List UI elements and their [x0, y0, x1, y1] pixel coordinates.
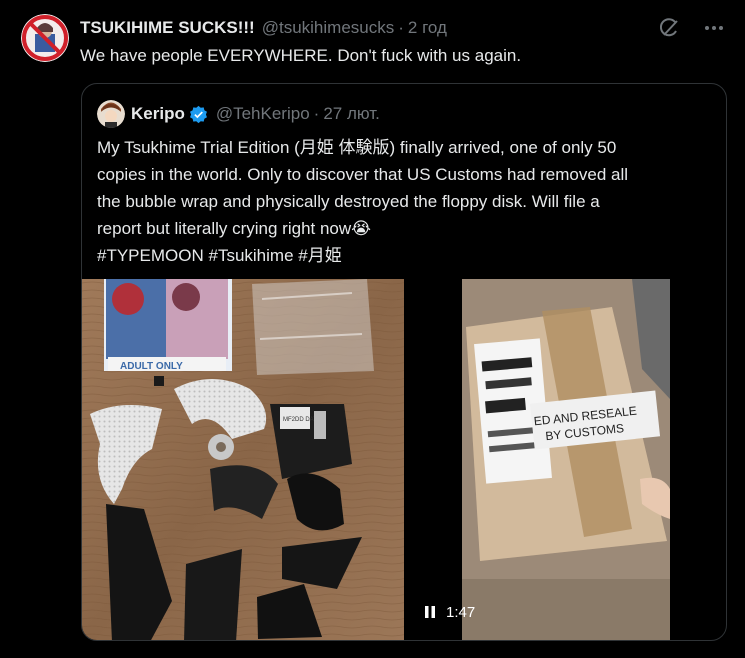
hashtag-link[interactable]: #TYPEMOON — [97, 246, 204, 265]
quote-text-line: My Tsukhime Trial Edition (月姫 体験版) final… — [97, 138, 617, 157]
quote-handle[interactable]: @TehKeripo — [216, 104, 310, 124]
handle[interactable]: @tsukihimesucks — [262, 18, 395, 38]
header-actions — [659, 15, 725, 41]
avatar[interactable] — [21, 14, 69, 62]
hashtag-link[interactable]: #月姫 — [298, 246, 341, 265]
quoted-post[interactable]: Keripo @TehKeripo · 27 лют. My Tsukhime … — [81, 83, 727, 641]
hashtag-link[interactable]: #Tsukihime — [208, 246, 293, 265]
quote-timestamp[interactable]: 27 лют. — [323, 104, 380, 124]
quote-avatar[interactable] — [97, 100, 125, 128]
quote-text-line: the bubble wrap and physically destroyed… — [97, 192, 600, 211]
post[interactable]: TSUKIHIME SUCKS!!! @tsukihimesucks · 2 г… — [0, 0, 745, 658]
booklet-label: ADULT ONLY — [120, 361, 183, 372]
photo-destroyed-floppy[interactable]: ADULT ONLY MF2DD DATA — [82, 279, 404, 640]
more-icon[interactable] — [703, 17, 725, 39]
timestamp[interactable]: 2 год — [408, 18, 447, 38]
quote-text: My Tsukhime Trial Edition (月姫 体験版) final… — [97, 134, 709, 269]
video-customs-package[interactable]: ED AND RESEALE BY CUSTOMS — [462, 279, 670, 640]
video-duration: 1:47 — [446, 603, 476, 621]
quote-text-line: report but literally crying right now😭 — [97, 219, 372, 238]
hashtags: #TYPEMOON #Tsukihime #月姫 — [97, 242, 709, 269]
verified-badge-icon — [189, 105, 208, 124]
separator-dot: · — [398, 18, 404, 37]
media-container: ADULT ONLY MF2DD DATA ED AND RESEALE BY … — [82, 279, 726, 640]
video-controls: 1:47 — [424, 601, 475, 623]
post-text: We have people EVERYWHERE. Don't fuck wi… — [80, 46, 522, 65]
separator-dot: · — [313, 104, 320, 123]
quote-text-line: copies in the world. Only to discover th… — [97, 165, 629, 184]
pause-icon[interactable] — [424, 605, 436, 619]
quote-header: Keripo @TehKeripo · 27 лют. — [97, 100, 380, 128]
display-name[interactable]: TSUKIHIME SUCKS!!! — [80, 18, 255, 38]
grok-icon[interactable] — [659, 17, 681, 39]
quote-display-name[interactable]: Keripo — [131, 104, 185, 124]
post-header: TSUKIHIME SUCKS!!! @tsukihimesucks · 2 г… — [80, 15, 725, 41]
